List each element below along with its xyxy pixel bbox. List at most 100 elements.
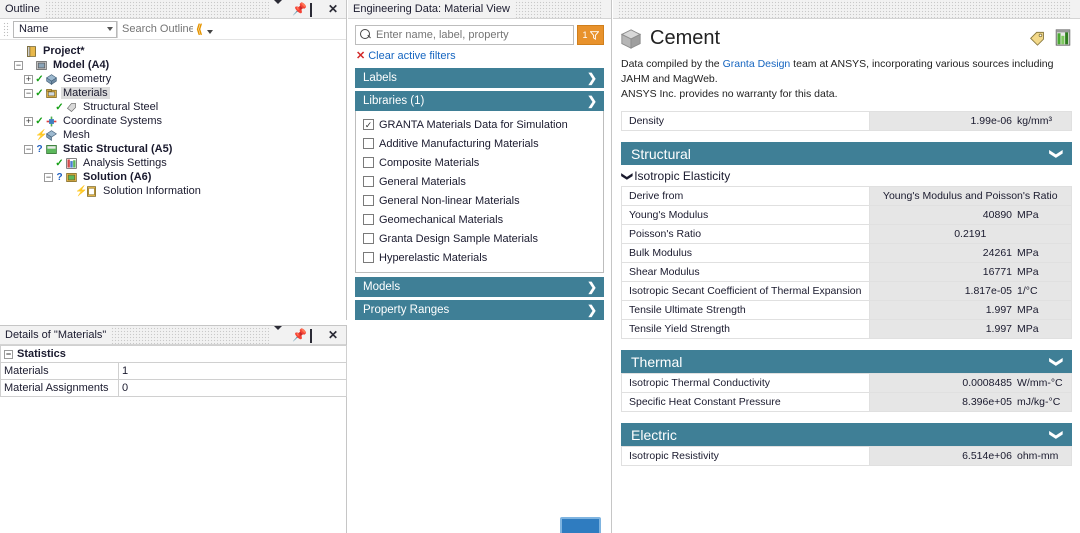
material-section-structural[interactable]: Structural❯ — [621, 142, 1072, 165]
checkbox-unchecked-icon[interactable] — [363, 138, 374, 149]
clear-active-filters-button[interactable]: ✕ Clear active filters — [356, 49, 604, 62]
checkbox-unchecked-icon[interactable] — [363, 214, 374, 225]
table-row[interactable]: Material Assignments 0 — [1, 380, 347, 397]
library-checkbox-row[interactable]: Hyperelastic Materials — [363, 248, 597, 267]
material-section-thermal[interactable]: Thermal❯ — [621, 350, 1072, 373]
tree-item-label: Model (A4) — [51, 59, 111, 71]
granta-design-link[interactable]: Granta Design — [723, 58, 791, 70]
collapse-icon[interactable]: − — [4, 350, 13, 359]
tree-item-geometry[interactable]: +✓Geometry — [0, 72, 346, 86]
table-row[interactable]: Density 1.99e-06kg/mm³ — [622, 112, 1072, 131]
table-row[interactable]: Poisson's Ratio0.2191 — [622, 225, 1072, 244]
filter-section-property-ranges[interactable]: Property Ranges ❯ — [355, 300, 604, 320]
expand-icon[interactable]: + — [24, 117, 33, 126]
close-icon[interactable]: ✕ — [328, 4, 339, 15]
tree-item-solution-a6[interactable]: −?Solution (A6) — [0, 170, 346, 184]
details-group-row[interactable]: −Statistics — [1, 346, 347, 363]
checkbox-checked-icon[interactable]: ✓ — [363, 119, 374, 130]
solution-icon — [65, 171, 78, 184]
table-row[interactable]: Tensile Ultimate Strength1.997MPa — [622, 301, 1072, 320]
checkbox-unchecked-icon[interactable] — [363, 176, 374, 187]
table-row[interactable]: Tensile Yield Strength1.997MPa — [622, 320, 1072, 339]
maximize-icon[interactable] — [310, 4, 321, 15]
chart-table-icon[interactable] — [1055, 29, 1071, 49]
tree-item-mesh[interactable]: ⚡Mesh — [0, 128, 346, 142]
tree-item-materials[interactable]: −✓Materials — [0, 86, 346, 100]
toolbar-overflow-icon[interactable] — [207, 30, 213, 34]
details-row-key: Materials — [1, 363, 119, 380]
material-search-input[interactable] — [376, 29, 569, 41]
tree-item-project[interactable]: Project* — [0, 44, 346, 58]
pin-icon[interactable]: 📌 — [292, 330, 303, 341]
property-value[interactable]: 1.997MPa — [869, 320, 1072, 339]
collapse-icon[interactable]: − — [44, 173, 53, 182]
library-checkbox-row[interactable]: ✓ GRANTA Materials Data for Simulation — [363, 115, 597, 134]
collapse-icon[interactable]: − — [24, 89, 33, 98]
table-row[interactable]: Young's Modulus40890MPa — [622, 206, 1072, 225]
pin-icon[interactable]: 📌 — [292, 4, 303, 15]
checkbox-unchecked-icon[interactable] — [363, 233, 374, 244]
filter-section-models[interactable]: Models ❯ — [355, 277, 604, 297]
checkbox-unchecked-icon[interactable] — [363, 252, 374, 263]
tree-item-structural-steel[interactable]: ✓Structural Steel — [0, 100, 346, 114]
library-checkbox-row[interactable]: Additive Manufacturing Materials — [363, 134, 597, 153]
tree-item-label: Static Structural (A5) — [61, 143, 174, 155]
table-row[interactable]: Derive fromYoung's Modulus and Poisson's… — [622, 187, 1072, 206]
close-icon[interactable]: ✕ — [328, 330, 339, 341]
library-checkbox-row[interactable]: Geomechanical Materials — [363, 210, 597, 229]
details-row-value[interactable]: 0 — [119, 380, 347, 397]
active-filter-badge[interactable]: 1 — [577, 25, 604, 45]
label-tag-icon[interactable] — [1029, 29, 1046, 49]
property-value[interactable]: 0.0008485W/mm-°C — [869, 374, 1072, 393]
tree-item-model-a4[interactable]: − Model (A4) — [0, 58, 346, 72]
table-row[interactable]: Specific Heat Constant Pressure8.396e+05… — [622, 393, 1072, 412]
tree-item-static-structural-a5[interactable]: −?Static Structural (A5) — [0, 142, 346, 156]
library-checkbox-row[interactable]: General Materials — [363, 172, 597, 191]
property-value[interactable]: 24261MPa — [869, 244, 1072, 263]
checkbox-unchecked-icon[interactable] — [363, 195, 374, 206]
tree-item-coordinate-systems[interactable]: +✓Coordinate Systems — [0, 114, 346, 128]
collapse-icon[interactable]: − — [14, 61, 23, 70]
caret-down-icon[interactable] — [274, 330, 285, 341]
caret-down-icon[interactable] — [274, 4, 285, 15]
library-checkbox-row[interactable]: Granta Design Sample Materials — [363, 229, 597, 248]
search-outline-input[interactable] — [117, 21, 193, 38]
property-value[interactable]: 40890MPa — [869, 206, 1072, 225]
expand-icon[interactable]: + — [24, 75, 33, 84]
property-value[interactable]: 8.396e+05mJ/kg-°C — [869, 393, 1072, 412]
material-subgroup-header[interactable]: ❯Isotropic Elasticity — [621, 165, 1072, 186]
property-value[interactable]: Young's Modulus and Poisson's Ratio — [869, 187, 1072, 206]
material-section-electric[interactable]: Electric❯ — [621, 423, 1072, 446]
search-icon — [360, 29, 372, 41]
checkbox-unchecked-icon[interactable] — [363, 157, 374, 168]
maximize-icon[interactable] — [310, 330, 321, 341]
property-value[interactable]: 16771MPa — [869, 263, 1072, 282]
table-row[interactable]: Isotropic Resistivity6.514e+06ohm-mm — [622, 447, 1072, 466]
property-value[interactable]: 1.817e-051/°C — [869, 282, 1072, 301]
tree-item-solution-information[interactable]: ⚡Solution Information — [0, 184, 346, 198]
property-value[interactable]: 1.997MPa — [869, 301, 1072, 320]
property-number: 16771 — [983, 266, 1012, 278]
property-value[interactable]: 6.514e+06ohm-mm — [869, 447, 1072, 466]
details-row-value[interactable]: 1 — [119, 363, 347, 380]
property-name: Tensile Yield Strength — [622, 320, 870, 339]
tree-item-analysis-settings[interactable]: ✓Analysis Settings — [0, 156, 346, 170]
filter-section-libraries[interactable]: Libraries (1) ❯ — [355, 91, 604, 111]
library-checkbox-list: ✓ GRANTA Materials Data for Simulation Add… — [355, 111, 604, 273]
table-row[interactable]: Shear Modulus16771MPa — [622, 263, 1072, 282]
table-row[interactable]: Isotropic Secant Coefficient of Thermal … — [622, 282, 1072, 301]
material-search-box[interactable] — [355, 25, 574, 45]
library-label: GRANTA Materials Data for Simulation — [379, 119, 568, 131]
table-row[interactable]: Materials 1 — [1, 363, 347, 380]
apply-button[interactable] — [560, 517, 601, 533]
filter-section-labels[interactable]: Labels ❯ — [355, 68, 604, 88]
library-checkbox-row[interactable]: General Non-linear Materials — [363, 191, 597, 210]
outline-filter-select[interactable]: Name — [13, 21, 117, 38]
property-value[interactable]: 1.99e-06kg/mm³ — [869, 112, 1072, 131]
search-expand-icon[interactable]: ⟪ — [196, 24, 203, 35]
table-row[interactable]: Bulk Modulus24261MPa — [622, 244, 1072, 263]
property-value[interactable]: 0.2191 — [869, 225, 1072, 244]
collapse-icon[interactable]: − — [24, 145, 33, 154]
table-row[interactable]: Isotropic Thermal Conductivity0.0008485W… — [622, 374, 1072, 393]
library-checkbox-row[interactable]: Composite Materials — [363, 153, 597, 172]
